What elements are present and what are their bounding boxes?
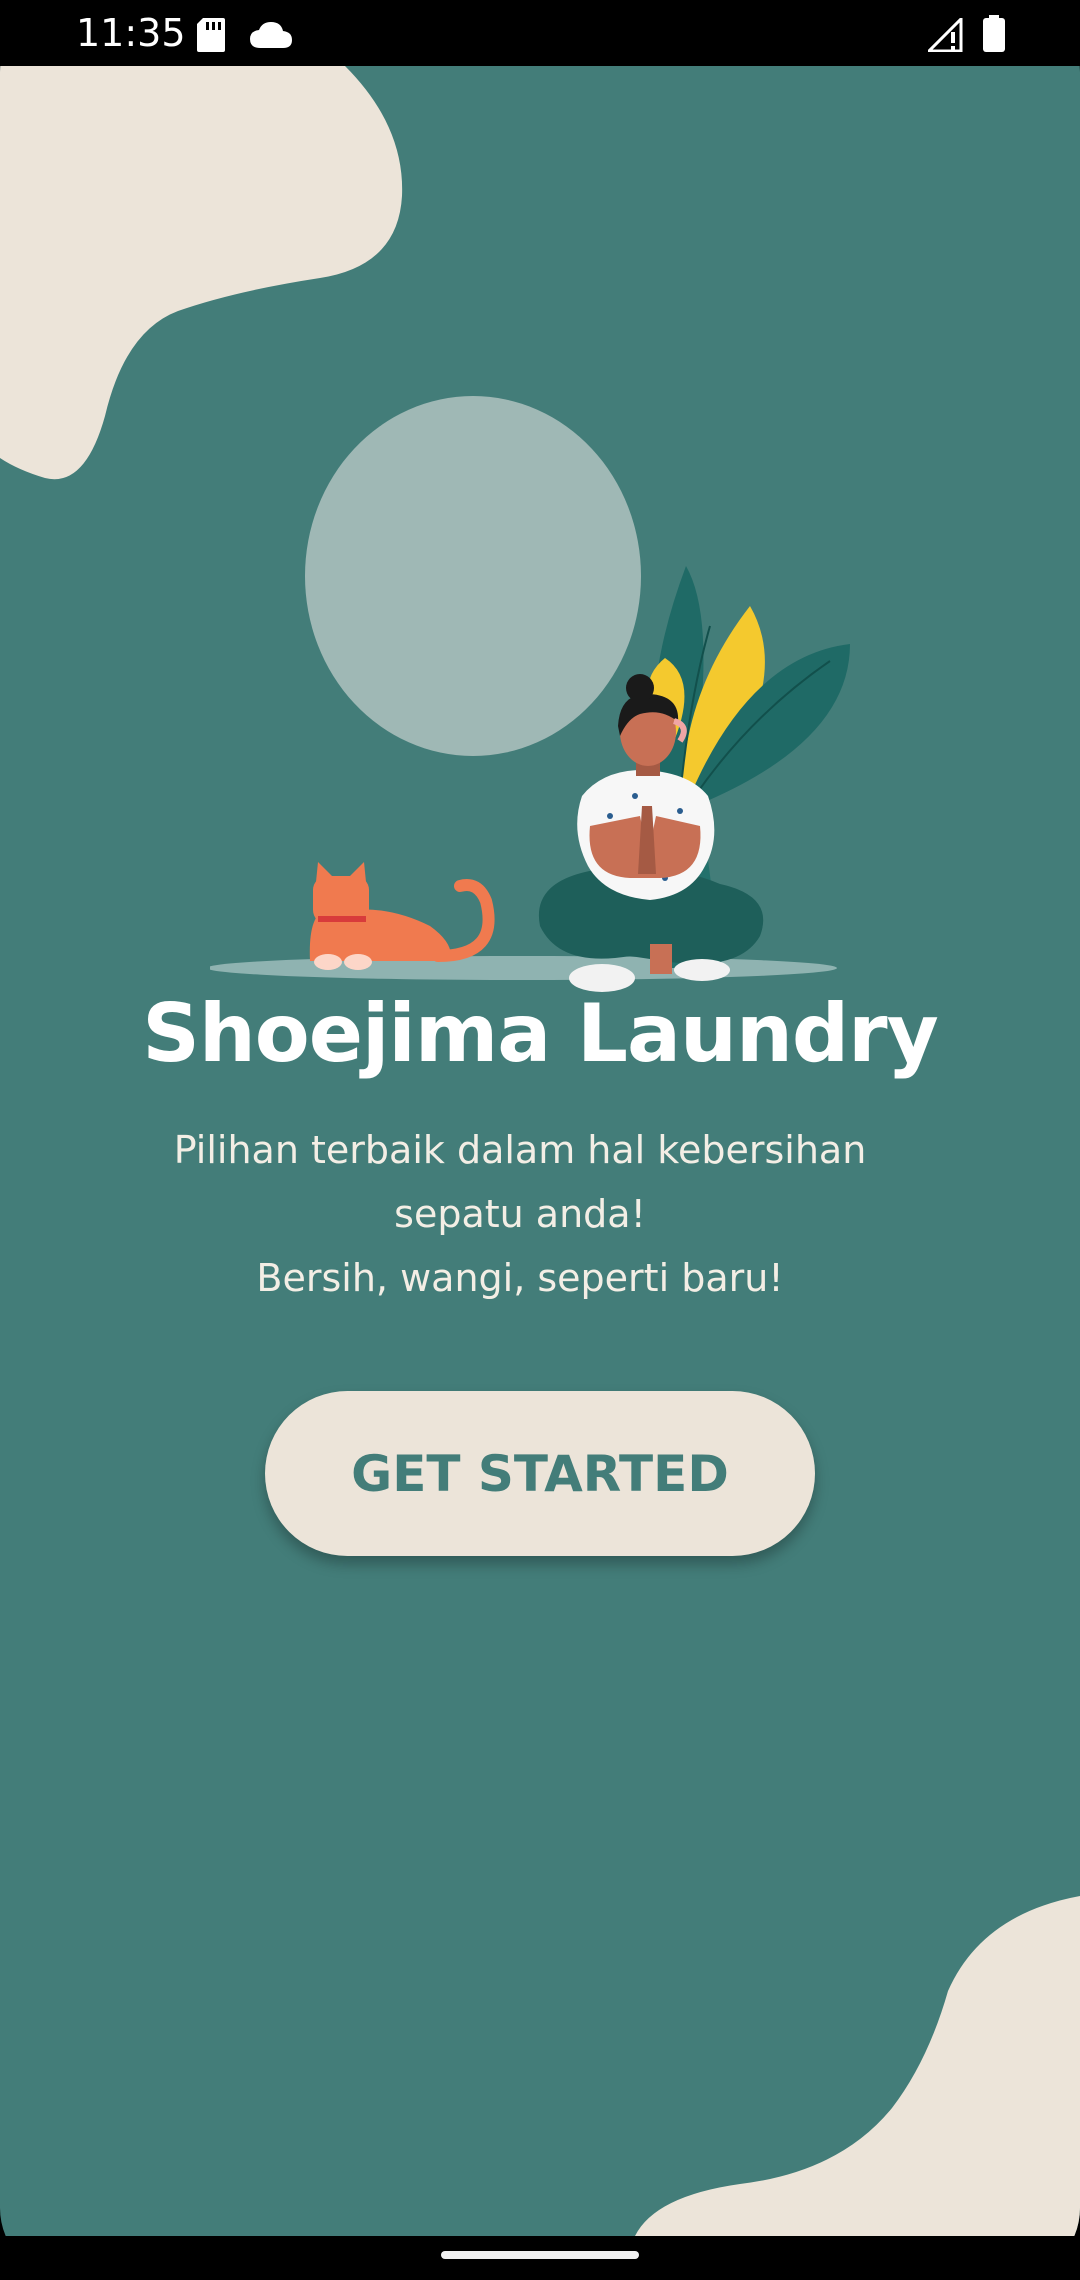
meditation-illustration	[210, 396, 850, 992]
navigation-bar	[0, 2236, 1080, 2280]
status-bar: 11:35	[0, 0, 1080, 66]
app-tagline: Pilihan terbaik dalam hal kebersihan sep…	[90, 1118, 950, 1310]
tagline-line: Bersih, wangi, seperti baru!	[256, 1256, 784, 1300]
get-started-button[interactable]: GET STARTED	[265, 1391, 815, 1556]
cat-icon	[309, 862, 495, 970]
status-time: 11:35	[76, 11, 186, 55]
background-circle	[305, 396, 641, 756]
phone-screen: 11:35 Shoejima Laundry Pilihan terbaik d…	[0, 0, 1080, 2280]
sd-card-icon	[197, 18, 225, 56]
tagline-line: Pilihan terbaik dalam hal kebersihan	[173, 1128, 867, 1172]
floor-shadow	[210, 956, 837, 980]
gesture-handle[interactable]	[441, 2251, 639, 2259]
bottom-right-blob	[635, 1896, 1080, 2236]
tagline-line: sepatu anda!	[394, 1192, 646, 1236]
onboarding-screen: Shoejima Laundry Pilihan terbaik dalam h…	[0, 66, 1080, 2236]
app-title: Shoejima Laundry	[142, 987, 939, 1080]
signal-no-service-icon	[925, 15, 964, 56]
battery-icon	[983, 15, 1005, 56]
cloud-icon	[250, 22, 292, 52]
